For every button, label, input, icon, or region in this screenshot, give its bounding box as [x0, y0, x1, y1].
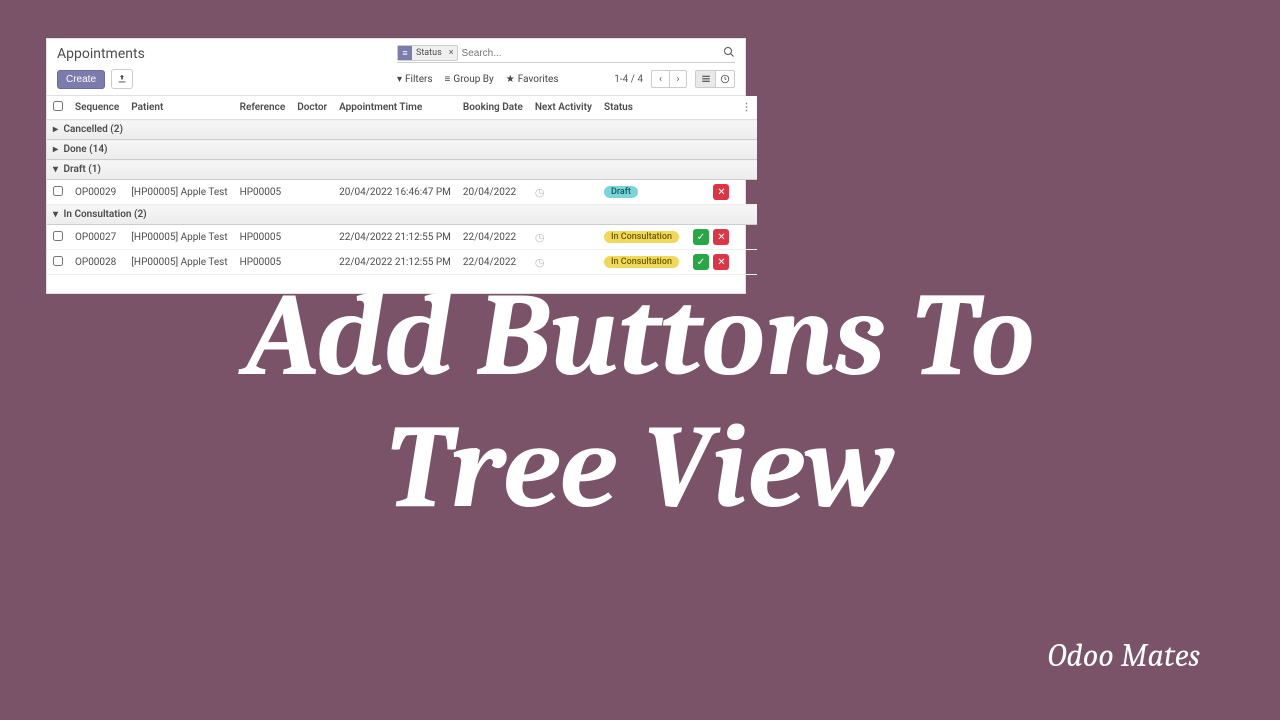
col-status[interactable]: Status [598, 96, 685, 120]
close-icon[interactable]: × [446, 48, 457, 58]
select-all-checkbox[interactable] [53, 101, 63, 111]
control-panel-bottom: Create ▾ Filters ≡ Group By ★ Favorites … [47, 67, 745, 95]
cell-appt-time: 20/04/2022 16:46:47 PM [333, 180, 457, 205]
list-view-button[interactable] [695, 70, 715, 88]
col-actions [685, 96, 735, 120]
cell-patient: [HP00005] Apple Test [125, 250, 233, 275]
search-icon[interactable] [717, 46, 735, 61]
status-badge: In Consultation [604, 231, 679, 243]
clock-icon[interactable]: ◷ [535, 186, 545, 199]
group-row-draft[interactable]: ▾ Draft (1) [47, 160, 757, 180]
clock-icon[interactable]: ◷ [535, 231, 545, 244]
cell-sequence: OP00029 [69, 180, 125, 205]
caret-right-icon: ▸ [53, 144, 61, 155]
confirm-row-button[interactable]: ✓ [693, 229, 709, 245]
filters-button[interactable]: ▾ Filters [397, 74, 433, 85]
row-checkbox[interactable] [53, 231, 63, 241]
cell-patient: [HP00005] Apple Test [125, 180, 233, 205]
clock-icon[interactable]: ◷ [535, 256, 545, 269]
cell-patient: [HP00005] Apple Test [125, 225, 233, 250]
group-row-done[interactable]: ▸ Done (14) [47, 140, 757, 160]
search-bar[interactable]: ≡ Status × [397, 45, 735, 63]
table-row[interactable]: OP00029 [HP00005] Apple Test HP00005 20/… [47, 180, 757, 205]
group-row-cancelled[interactable]: ▸ Cancelled (2) [47, 120, 757, 140]
group-by-button[interactable]: ≡ Group By [445, 74, 494, 85]
cell-reference: HP00005 [234, 180, 292, 205]
col-reference[interactable]: Reference [234, 96, 292, 120]
search-facet-status[interactable]: ≡ Status × [397, 45, 458, 61]
caret-down-icon: ▾ [53, 164, 61, 175]
export-button[interactable] [111, 69, 133, 89]
col-booking-date[interactable]: Booking Date [457, 96, 529, 120]
cell-appt-time: 22/04/2022 21:12:55 PM [333, 225, 457, 250]
col-doctor[interactable]: Doctor [291, 96, 333, 120]
caret-right-icon: ▸ [53, 124, 61, 135]
status-badge: Draft [604, 186, 638, 198]
slide-title: Add Buttons To Tree View [245, 270, 1036, 534]
cell-reference: HP00005 [234, 225, 292, 250]
table-header-row: Sequence Patient Reference Doctor Appoin… [47, 96, 757, 120]
funnel-icon: ▾ [397, 74, 402, 85]
table-row[interactable]: OP00027 [HP00005] Apple Test HP00005 22/… [47, 225, 757, 250]
group-icon: ≡ [445, 74, 451, 85]
search-input[interactable] [462, 48, 717, 59]
odoo-tree-view-panel: Appointments ≡ Status × Create ▾ Filters [46, 38, 746, 294]
row-checkbox[interactable] [53, 186, 63, 196]
pager-text[interactable]: 1-4 / 4 [614, 74, 643, 85]
caret-down-icon: ▾ [53, 209, 61, 220]
col-next-activity[interactable]: Next Activity [529, 96, 598, 120]
cell-booking-date: 22/04/2022 [457, 225, 529, 250]
group-icon: ≡ [398, 46, 412, 60]
cell-doctor [291, 225, 333, 250]
slide-subtitle: Odoo Mates [1048, 637, 1200, 674]
create-button[interactable]: Create [57, 70, 105, 89]
optional-fields-button[interactable]: ⋮ [735, 96, 757, 120]
delete-row-button[interactable]: ✕ [713, 184, 729, 200]
activity-view-button[interactable] [715, 70, 735, 88]
pager-next-button[interactable]: › [669, 70, 687, 88]
star-icon: ★ [506, 74, 515, 85]
view-switcher [695, 70, 735, 88]
breadcrumb: Appointments [57, 46, 397, 62]
pager-prev-button[interactable]: ‹ [651, 70, 669, 88]
status-badge: In Consultation [604, 256, 679, 268]
cell-sequence: OP00028 [69, 250, 125, 275]
col-appt-time[interactable]: Appointment Time [333, 96, 457, 120]
row-checkbox[interactable] [53, 256, 63, 266]
cell-sequence: OP00027 [69, 225, 125, 250]
pager-arrows: ‹ › [651, 70, 687, 88]
favorites-button[interactable]: ★ Favorites [506, 74, 559, 85]
facet-label: Status [412, 48, 446, 58]
col-patient[interactable]: Patient [125, 96, 233, 120]
group-row-in-consultation[interactable]: ▾ In Consultation (2) [47, 205, 757, 225]
col-sequence[interactable]: Sequence [69, 96, 125, 120]
cell-booking-date: 20/04/2022 [457, 180, 529, 205]
control-panel-top: Appointments ≡ Status × [47, 39, 745, 67]
delete-row-button[interactable]: ✕ [713, 229, 729, 245]
cell-doctor [291, 180, 333, 205]
tree-view-table: Sequence Patient Reference Doctor Appoin… [47, 95, 745, 293]
